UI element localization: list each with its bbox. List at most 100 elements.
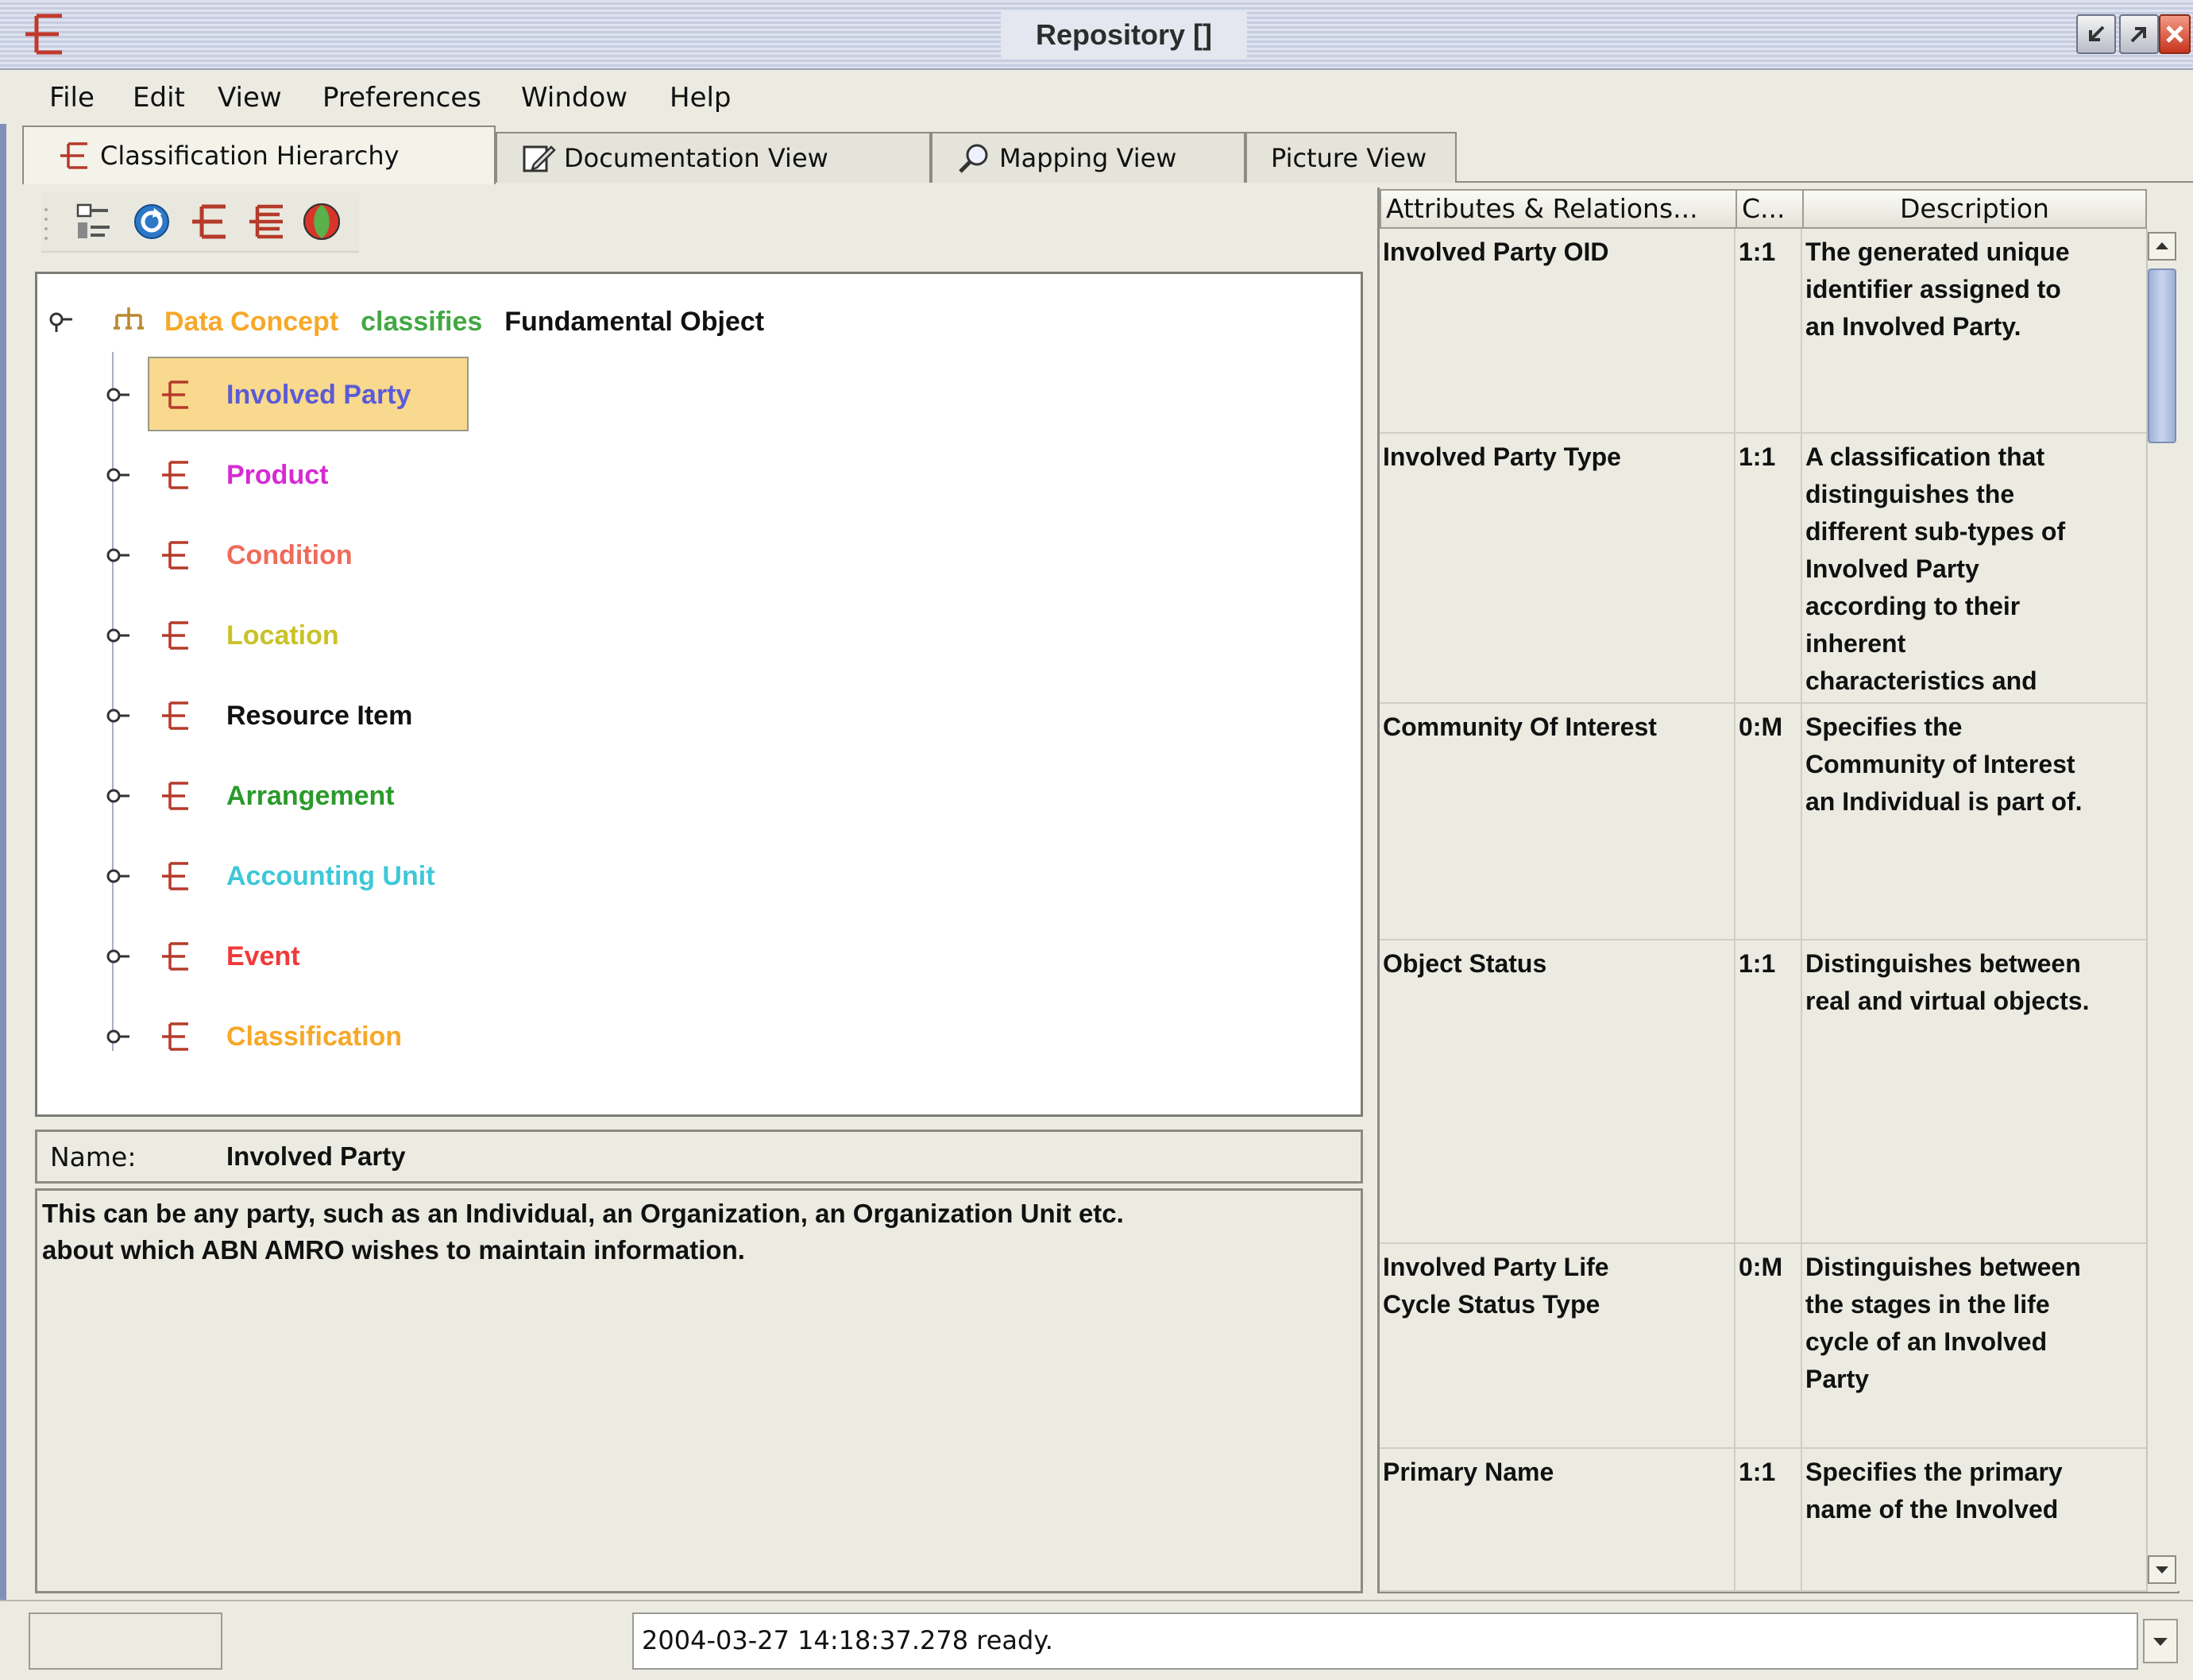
- menu-help[interactable]: Help: [670, 79, 732, 116]
- tree-expand-handle[interactable]: [104, 383, 141, 407]
- tree-item-accounting-unit[interactable]: Accounting Unit: [226, 852, 435, 900]
- tree-expand-handle[interactable]: [104, 543, 141, 567]
- description-line: an Individual is part of.: [1805, 787, 2083, 816]
- tree-expand-handle[interactable]: [104, 463, 141, 487]
- menu-window[interactable]: Window: [521, 79, 627, 116]
- root-verb: classifies: [361, 306, 483, 337]
- minimize-icon: [2089, 25, 2105, 41]
- description-line: Distinguishes between: [1805, 949, 2081, 978]
- attribute-name-line: Involved Party Life: [1383, 1253, 1609, 1281]
- multi-classification-icon[interactable]: [245, 200, 288, 243]
- toolbar-grip-icon: [44, 208, 48, 240]
- title-bar[interactable]: Repository []: [0, 0, 2193, 70]
- tree-expand-handle[interactable]: [104, 1025, 141, 1049]
- description-line: real and virtual objects.: [1805, 987, 2090, 1015]
- attribute-name: Involved Party Type: [1383, 438, 1734, 476]
- cardinality: 1:1: [1739, 949, 1776, 978]
- root-collapse-handle[interactable]: [48, 308, 85, 332]
- attribute-description: Distinguishes between real and virtual ob…: [1802, 945, 2145, 1020]
- menu-edit[interactable]: Edit: [133, 79, 185, 116]
- table-header: Attributes & Relations... C... Descripti…: [1380, 189, 2147, 230]
- description-line: The generated unique: [1805, 238, 2070, 266]
- table-row[interactable]: Involved Party Life Cycle Status Type 0:M D…: [1380, 1244, 2147, 1449]
- status-bar: 2004-03-27 14:18:37.278 ready.: [0, 1600, 2193, 1680]
- description-line: name of the Involved: [1805, 1495, 2059, 1524]
- menu-view[interactable]: View: [218, 79, 282, 116]
- close-button[interactable]: [2159, 14, 2191, 54]
- classification-icon: [162, 782, 188, 810]
- name-bar: Name: Involved Party: [35, 1130, 1363, 1184]
- cardinality: 0:M: [1739, 713, 1783, 741]
- scroll-thumb[interactable]: [2148, 268, 2176, 443]
- attribute-name: Primary Name: [1383, 1454, 1734, 1491]
- scroll-down-button[interactable]: [2148, 1555, 2176, 1584]
- attribute-name-line: Object Status: [1383, 949, 1547, 978]
- magnifier-icon: [959, 144, 988, 173]
- tab-classification-hierarchy[interactable]: Classification Hierarchy: [22, 126, 496, 184]
- tree-item-product[interactable]: Product: [226, 451, 328, 499]
- status-message-field: 2004-03-27 14:18:37.278 ready.: [632, 1612, 2138, 1670]
- tab-mapping-view[interactable]: Mapping View: [931, 132, 1245, 183]
- tree-item-location[interactable]: Location: [226, 612, 339, 659]
- minimize-button[interactable]: [2076, 14, 2116, 54]
- edit-document-icon: [523, 145, 556, 172]
- menu-preferences[interactable]: Preferences: [322, 79, 481, 116]
- description-line: inherent: [1805, 629, 1906, 658]
- hierarchy-icon: [114, 307, 144, 330]
- table-row[interactable]: Primary Name 1:1 Specifies the primary name…: [1380, 1449, 2147, 1592]
- table-row[interactable]: Object Status 1:1 Distinguishes between rea…: [1380, 940, 2147, 1244]
- tree-expand-handle[interactable]: [104, 624, 141, 647]
- hierarchy-toggle-icon[interactable]: [73, 200, 116, 243]
- tree-expand-handle[interactable]: [104, 784, 141, 808]
- tree-item-classification[interactable]: Classification: [226, 1013, 402, 1060]
- classification-icon: [60, 142, 87, 169]
- globe-icon[interactable]: [300, 200, 343, 243]
- table-row[interactable]: Community Of Interest 0:M Specifies the Com…: [1380, 704, 2147, 940]
- column-header-attributes[interactable]: Attributes & Relations...: [1380, 189, 1737, 229]
- tree-item-resource-item[interactable]: Resource Item: [226, 692, 412, 740]
- column-header-cardinality[interactable]: C...: [1735, 189, 1804, 229]
- close-icon: [2166, 25, 2183, 43]
- tab-label: Mapping View: [999, 143, 1177, 173]
- tab-documentation-view[interactable]: Documentation View: [496, 132, 931, 183]
- description-line: Community of Interest: [1805, 750, 2075, 778]
- tree-expand-handle[interactable]: [104, 704, 141, 728]
- cardinality: 1:1: [1739, 1458, 1776, 1486]
- tab-label: Classification Hierarchy: [100, 141, 400, 171]
- description-panel[interactable]: This can be any party, such as an Indivi…: [35, 1188, 1363, 1593]
- name-value: Involved Party: [226, 1141, 406, 1171]
- tree-root[interactable]: Data Concept classifies Fundamental Obje…: [164, 298, 764, 346]
- status-message: 2004-03-27 14:18:37.278 ready.: [642, 1625, 1053, 1655]
- classification-icon: [162, 461, 188, 489]
- maximize-button[interactable]: [2119, 14, 2159, 54]
- tree-expand-handle[interactable]: [104, 864, 141, 888]
- scroll-up-button[interactable]: [2148, 232, 2176, 261]
- root-subject: Data Concept: [164, 306, 339, 337]
- status-dropdown-button[interactable]: [2143, 1619, 2178, 1663]
- column-header-description[interactable]: Description: [1802, 189, 2147, 229]
- attribute-description: Distinguishes between the stages in the l…: [1802, 1249, 2145, 1398]
- table-row[interactable]: Involved Party Type 1:1 A classification t…: [1380, 434, 2147, 704]
- chevron-down-icon: [2153, 1638, 2168, 1646]
- tree-item-arrangement[interactable]: Arrangement: [226, 772, 395, 820]
- attribute-name: Object Status: [1383, 945, 1734, 983]
- classification-icon[interactable]: [187, 200, 230, 243]
- tree-item-condition[interactable]: Condition: [226, 531, 353, 579]
- attribute-name: Involved Party OID: [1383, 234, 1734, 271]
- attribute-name: Involved Party Life Cycle Status Type: [1383, 1249, 1734, 1323]
- tab-picture-view[interactable]: Picture View: [1245, 132, 1457, 183]
- menu-file[interactable]: File: [49, 79, 95, 116]
- description-line: identifier assigned to: [1805, 275, 2061, 303]
- tab-strip: Classification Hierarchy Documentation V…: [22, 126, 2193, 184]
- tab-label: Documentation View: [564, 143, 828, 173]
- refresh-icon[interactable]: [130, 200, 173, 243]
- description-line: Specifies the primary: [1805, 1458, 2063, 1486]
- attribute-description: Specifies the Community of Interest an Ind…: [1802, 709, 2145, 821]
- tree-item-involved-party[interactable]: Involved Party: [226, 371, 411, 419]
- tree-item-event[interactable]: Event: [226, 933, 300, 980]
- cardinality: 1:1: [1739, 238, 1776, 266]
- attribute-name-line: Cycle Status Type: [1383, 1290, 1600, 1319]
- table-row[interactable]: Involved Party OID 1:1 The generated uniqu…: [1380, 229, 2147, 434]
- description-line: Involved Party: [1805, 554, 1979, 583]
- tree-expand-handle[interactable]: [104, 944, 141, 968]
